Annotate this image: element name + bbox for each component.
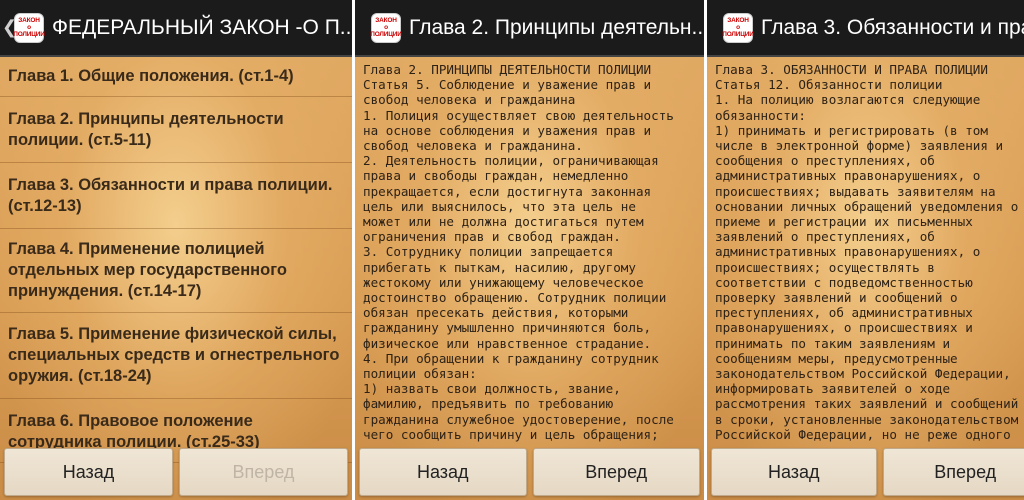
forward-button[interactable]: Вперед xyxy=(179,448,348,496)
back-button[interactable]: Назад xyxy=(359,448,527,496)
forward-button[interactable]: Вперед xyxy=(532,448,700,496)
chapter-text: Глава 2. ПРИНЦИПЫ ДЕЯТЕЛЬНОСТИ ПОЛИЦИИ С… xyxy=(363,62,674,442)
forward-button[interactable]: Вперед xyxy=(882,448,1024,496)
chapter-3-screen: ЗАКОН о ПОЛИЦИИ Глава 3. Обязанности и п… xyxy=(707,0,1024,500)
action-bar: ЗАКОН о ПОЛИЦИИ Глава 3. Обязанности и п… xyxy=(707,0,1024,57)
chapter-item-3[interactable]: Глава 3. Обязанности и права полиции. (с… xyxy=(0,163,352,229)
screen-title: Глава 2. Принципы деятельн... xyxy=(409,15,704,39)
app-logo-icon[interactable]: ЗАКОН о ПОЛИЦИИ xyxy=(722,12,754,43)
chapter-list: Глава 1. Общие положения. (ст.1-4) Глава… xyxy=(0,57,352,463)
chapter-item-5[interactable]: Глава 5. Применение физической силы, спе… xyxy=(0,313,352,399)
chapter-2-screen: ЗАКОН о ПОЛИЦИИ Глава 2. Принципы деятел… xyxy=(355,0,704,500)
nav-buttons: Назад Вперед xyxy=(707,444,1024,500)
back-button[interactable]: Назад xyxy=(4,448,173,496)
back-button[interactable]: Назад xyxy=(711,448,877,496)
app-logo-icon[interactable]: ЗАКОН о ПОЛИЦИИ xyxy=(370,12,402,43)
screen-title: Глава 3. Обязанности и права xyxy=(761,15,1024,39)
chapter-item-4[interactable]: Глава 4. Применение полицией отдельных м… xyxy=(0,229,352,313)
chapter-item-2[interactable]: Глава 2. Принципы деятельности полиции. … xyxy=(0,97,352,163)
action-bar: ЗАКОН о ПОЛИЦИИ Глава 2. Принципы деятел… xyxy=(355,0,704,57)
screen-title: ФЕДЕРАЛЬНЫЙ ЗАКОН -О П... xyxy=(52,15,352,39)
chapter-item-1[interactable]: Глава 1. Общие положения. (ст.1-4) xyxy=(0,57,352,97)
chapter-list-screen: ❮ ЗАКОН о ПОЛИЦИИ ФЕДЕРАЛЬНЫЙ ЗАКОН -О П… xyxy=(0,0,352,500)
nav-buttons: Назад Вперед xyxy=(355,444,704,500)
app-logo-icon[interactable]: ЗАКОН о ПОЛИЦИИ xyxy=(13,12,45,43)
action-bar: ❮ ЗАКОН о ПОЛИЦИИ ФЕДЕРАЛЬНЫЙ ЗАКОН -О П… xyxy=(0,0,352,57)
chapter-text: Глава 3. ОБЯЗАННОСТИ И ПРАВА ПОЛИЦИИ Ста… xyxy=(715,62,1019,442)
back-chevron-icon[interactable]: ❮ xyxy=(2,17,17,38)
nav-buttons: Назад Вперед xyxy=(0,444,352,500)
